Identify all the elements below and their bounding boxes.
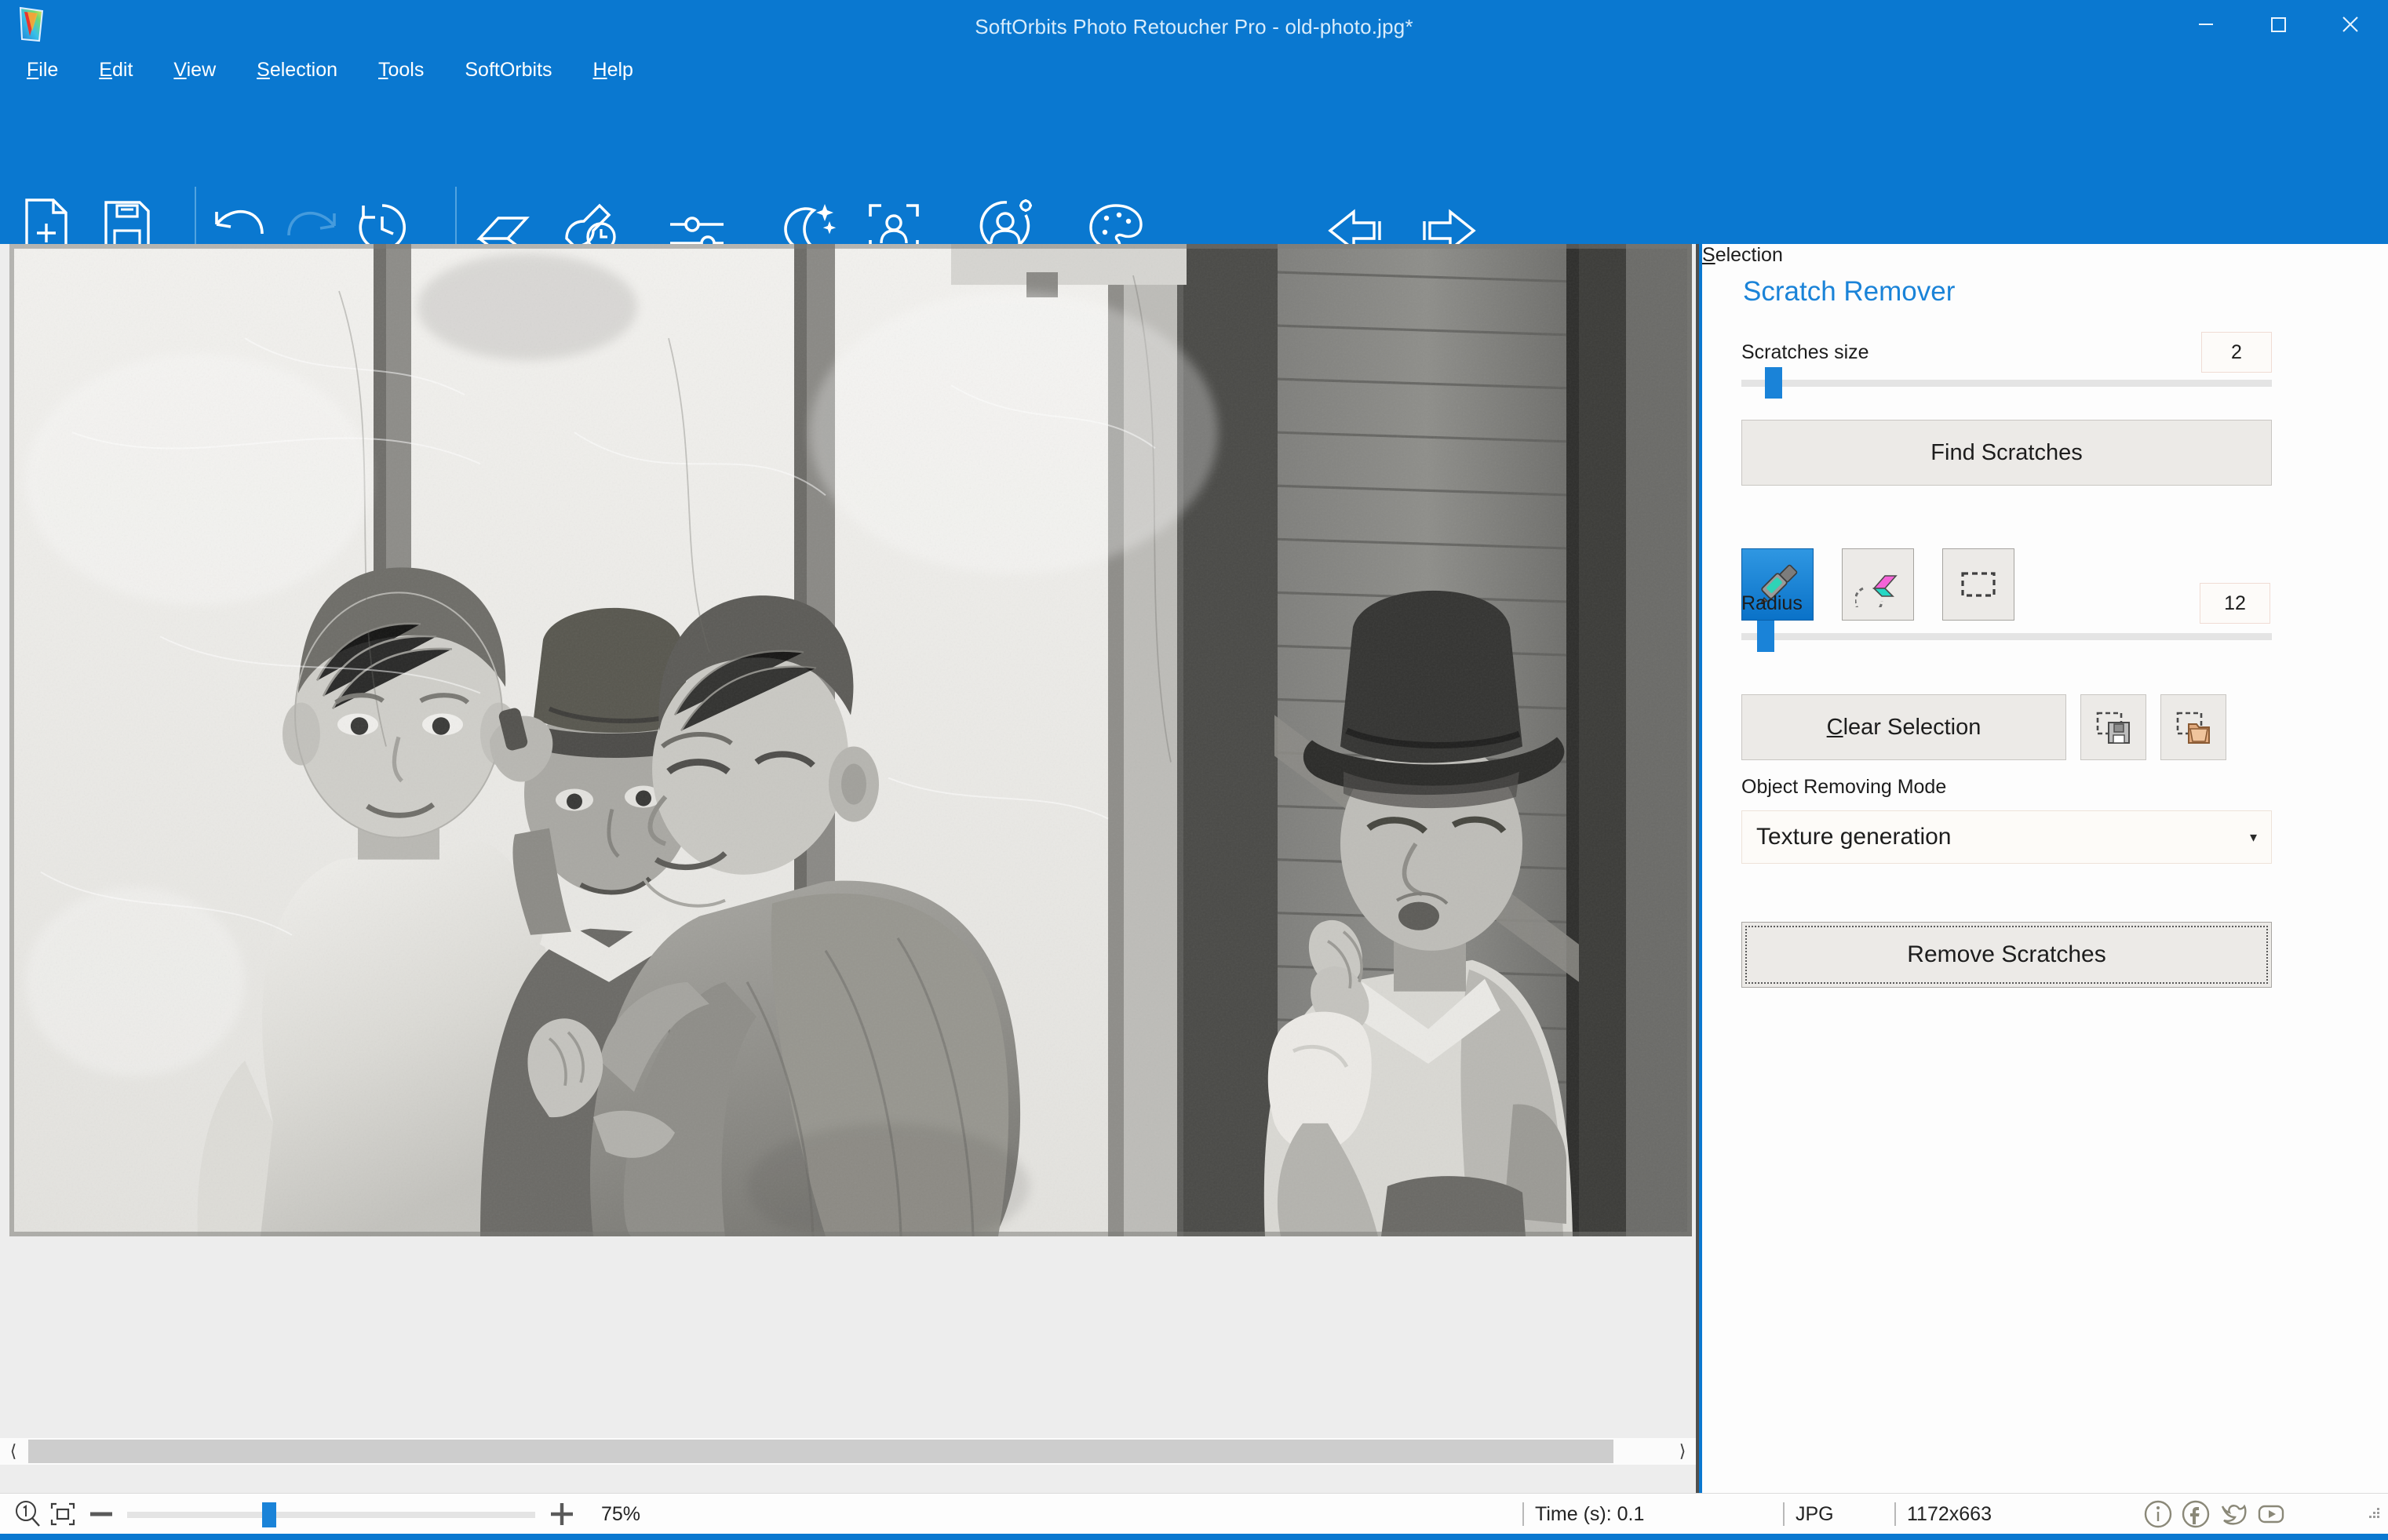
- selection-group-label: Selection: [1702, 244, 1783, 266]
- format-label: JPG: [1796, 1502, 1834, 1525]
- object-removing-mode-label: Object Removing Mode: [1741, 776, 1947, 798]
- scratches-size-label: Scratches size: [1741, 341, 1869, 363]
- dashed-rectangle-icon: [1961, 572, 1996, 597]
- status-bar: 75% Time (s): 0.1 JPG 1172x663: [0, 1493, 2388, 1534]
- info-icon[interactable]: [2141, 1497, 2175, 1531]
- image-viewport[interactable]: [9, 244, 1692, 1236]
- menu-item-edit[interactable]: Edit: [99, 59, 133, 82]
- save-selection-button[interactable]: [2080, 694, 2146, 760]
- zoom-slider[interactable]: [127, 1497, 535, 1531]
- remove-scratches-button[interactable]: Remove Scratches: [1741, 922, 2272, 988]
- plus-icon[interactable]: [540, 1497, 584, 1531]
- rectangle-selection-tool[interactable]: [1942, 548, 2014, 621]
- photo-canvas[interactable]: [9, 244, 1692, 1236]
- scrollbar-track[interactable]: [27, 1440, 1669, 1463]
- status-separator-2: [1783, 1502, 1785, 1526]
- chevron-down-icon: ▾: [2249, 828, 2257, 845]
- panel-title: Scratch Remover: [1743, 276, 1956, 307]
- scratches-size-slider[interactable]: [1741, 367, 2272, 399]
- slider-thumb[interactable]: [1765, 367, 1782, 399]
- slider-track: [127, 1512, 535, 1518]
- minus-icon[interactable]: [80, 1497, 122, 1531]
- eraser-dashed-icon: [1855, 575, 1898, 607]
- maximize-icon[interactable]: [2242, 0, 2314, 49]
- horizontal-scrollbar[interactable]: ⟨ ⟩: [0, 1438, 1696, 1465]
- title-bar: SoftOrbits Photo Retoucher Pro - old-pho…: [0, 0, 2388, 53]
- zoom-controls: 75%: [11, 1494, 640, 1535]
- menu-item-help[interactable]: Help: [593, 59, 633, 82]
- resize-grip-icon[interactable]: [2367, 1506, 2381, 1520]
- status-separator-1: [1522, 1502, 1524, 1526]
- object-removing-mode-select[interactable]: Texture generation ▾: [1741, 810, 2272, 864]
- menu-item-view[interactable]: View: [173, 59, 216, 82]
- slider-track: [1741, 380, 2272, 387]
- load-selection-icon: [2176, 712, 2210, 744]
- chevron-right-icon[interactable]: ⟩: [1669, 1438, 1696, 1465]
- menu-item-selection[interactable]: Selection: [257, 59, 337, 82]
- find-scratches-button[interactable]: Find Scratches: [1741, 420, 2272, 486]
- toolbar: AddFile(s)... Saveas...: [0, 88, 2388, 311]
- object-removing-mode-value: Texture generation: [1756, 824, 1952, 850]
- slider-thumb[interactable]: [262, 1502, 276, 1527]
- youtube-icon[interactable]: [2254, 1497, 2288, 1531]
- menu-bar: File Edit View Selection Tools SoftOrbit…: [0, 53, 2388, 86]
- menu-item-file[interactable]: File: [27, 59, 58, 82]
- close-icon[interactable]: [2314, 0, 2386, 49]
- facebook-icon[interactable]: [2178, 1497, 2213, 1531]
- canvas-area[interactable]: ⟨ ⟩: [0, 244, 1699, 1493]
- chevron-left-icon[interactable]: ⟨: [0, 1438, 27, 1465]
- social-links: [2141, 1494, 2288, 1535]
- load-selection-button[interactable]: [2160, 694, 2226, 760]
- clear-selection-button[interactable]: Clear Selection: [1741, 694, 2066, 760]
- slider-track: [1741, 633, 2272, 640]
- tool-options-panel: Scratch Remover Scratches size 2 Find Sc…: [1702, 244, 2388, 1493]
- minimize-icon[interactable]: [2170, 0, 2242, 49]
- time-label: Time (s): 0.1: [1535, 1502, 1645, 1525]
- radius-label: Radius: [1741, 592, 1803, 614]
- twitter-icon[interactable]: [2216, 1497, 2251, 1531]
- status-separator-3: [1894, 1502, 1896, 1526]
- slider-thumb[interactable]: [1757, 621, 1774, 652]
- scrollbar-thumb[interactable]: [28, 1440, 1613, 1463]
- application-window: SoftOrbits Photo Retoucher Pro - old-pho…: [0, 0, 2388, 1540]
- save-selection-icon: [2096, 712, 2130, 744]
- radius-slider[interactable]: [1741, 621, 2272, 652]
- dimensions-label: 1172x663: [1907, 1502, 1992, 1525]
- radius-value[interactable]: 12: [2200, 583, 2270, 624]
- remove-scratches-label: Remove Scratches: [1907, 941, 2106, 967]
- menu-item-tools[interactable]: Tools: [378, 59, 424, 82]
- zoom-percent-label: 75%: [601, 1502, 641, 1525]
- zoom-fit-window-icon[interactable]: [46, 1497, 80, 1531]
- menu-item-softorbits[interactable]: SoftOrbits: [465, 59, 552, 82]
- eraser-selection-tool[interactable]: [1842, 548, 1914, 621]
- zoom-actual-size-icon[interactable]: [11, 1497, 46, 1531]
- window-title: SoftOrbits Photo Retoucher Pro - old-pho…: [975, 14, 1413, 38]
